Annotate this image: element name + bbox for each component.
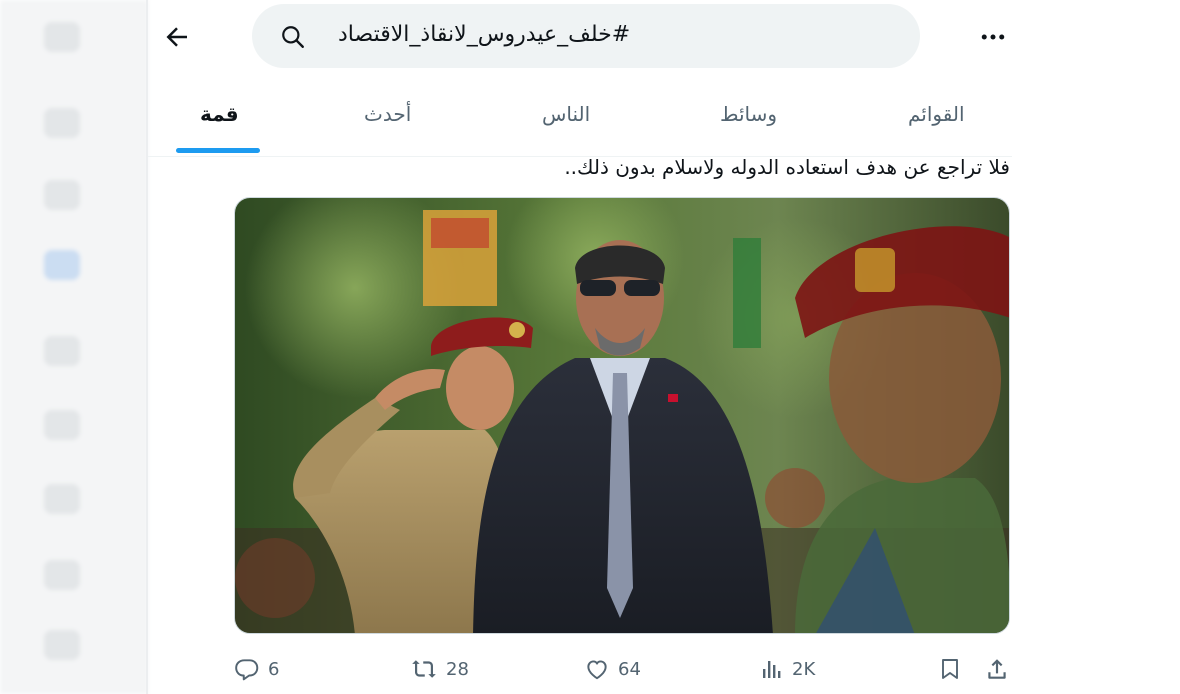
like-button[interactable]: 64 — [584, 654, 641, 684]
left-sidebar — [0, 0, 148, 694]
more-icon[interactable] — [978, 22, 1008, 52]
like-count: 64 — [618, 658, 641, 680]
right-column — [1012, 0, 1180, 694]
views-icon — [760, 657, 784, 681]
sidebar-lists-icon[interactable] — [44, 336, 80, 366]
tab-top[interactable]: قمة — [200, 102, 239, 126]
sidebar-profile-icon[interactable] — [44, 560, 80, 590]
search-tabs: قمة أحدث الناس وسائط القوائم — [148, 84, 1012, 156]
sidebar-communities-icon[interactable] — [44, 484, 80, 514]
photo-illustration — [235, 198, 1009, 633]
sidebar-home-icon[interactable] — [44, 22, 80, 52]
search-query[interactable]: #خلف_عيدروس_لانقاذ_الاقتصاد — [338, 22, 630, 47]
share-button[interactable] — [984, 654, 1010, 684]
views-button[interactable]: 2K — [760, 654, 815, 684]
sidebar-notifications-icon[interactable] — [44, 180, 80, 210]
repost-button[interactable]: 28 — [410, 654, 469, 684]
sidebar-more-icon[interactable] — [44, 630, 80, 660]
search-input[interactable]: #خلف_عيدروس_لانقاذ_الاقتصاد — [252, 4, 920, 68]
tweet-text: فلا تراجع عن هدف استعاده الدوله ولاسلام … — [564, 155, 1010, 179]
like-icon — [584, 656, 610, 682]
share-icon — [984, 656, 1010, 682]
tweet-actions: 6 28 64 2K — [148, 646, 1012, 690]
tab-latest[interactable]: أحدث — [364, 102, 411, 126]
repost-count: 28 — [446, 658, 469, 680]
search-icon — [280, 24, 306, 50]
views-count: 2K — [792, 658, 816, 680]
repost-icon — [410, 656, 438, 682]
sidebar-bookmarks-icon[interactable] — [44, 410, 80, 440]
reply-button[interactable]: 6 — [234, 654, 279, 684]
reply-count: 6 — [268, 658, 280, 680]
tab-people[interactable]: الناس — [542, 102, 590, 126]
bookmark-icon — [938, 656, 962, 682]
sidebar-messages-icon[interactable] — [44, 250, 80, 280]
search-header: #خلف_عيدروس_لانقاذ_الاقتصاد — [148, 0, 1012, 78]
active-tab-indicator — [176, 148, 260, 153]
reply-icon — [234, 656, 260, 682]
sidebar-explore-icon[interactable] — [44, 108, 80, 138]
bookmark-button[interactable] — [938, 654, 962, 684]
tab-lists[interactable]: القوائم — [908, 102, 965, 126]
tweet-photo[interactable] — [234, 197, 1010, 634]
back-arrow-icon[interactable] — [162, 22, 192, 52]
tab-media[interactable]: وسائط — [720, 102, 777, 126]
